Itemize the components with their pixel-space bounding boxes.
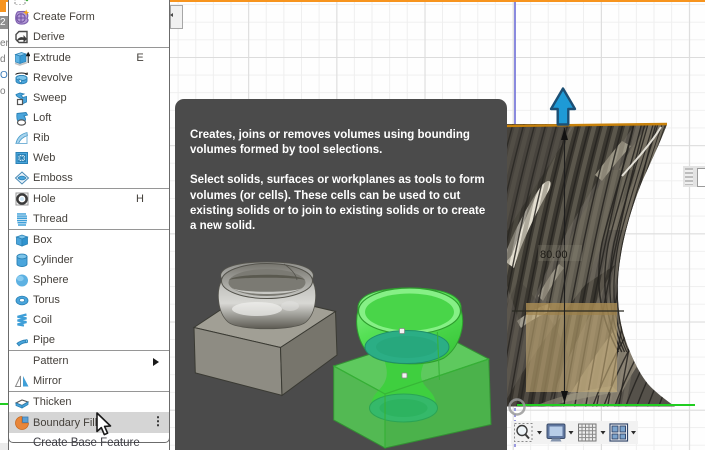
svg-text:80.00: 80.00 xyxy=(540,249,568,261)
